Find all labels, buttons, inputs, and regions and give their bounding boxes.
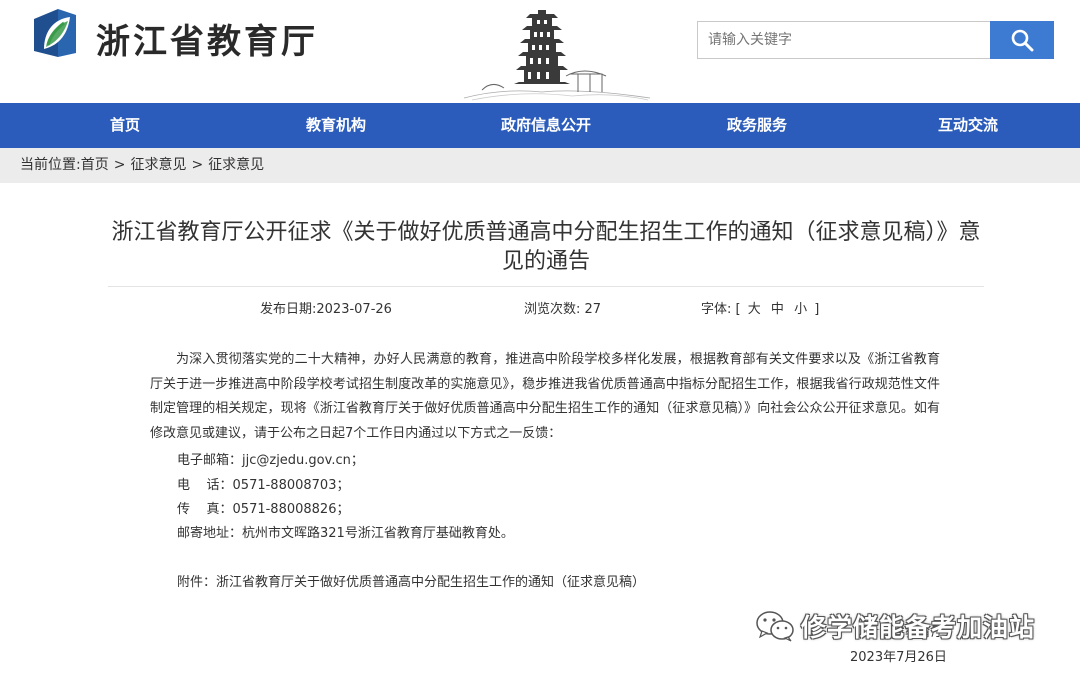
contact-address: 邮寄地址：杭州市文晖路321号浙江省教育厅基础教育处。 (177, 526, 514, 541)
publish-label: 发布日期: (260, 302, 317, 317)
nav-item-home[interactable]: 首页 (110, 103, 140, 148)
article-title: 浙江省教育厅公开征求《关于做好优质普通高中分配生招生工作的通知（征求意见稿）》意… (111, 220, 981, 274)
wechat-icon (756, 611, 794, 642)
breadcrumb-home[interactable]: 首页 (81, 157, 109, 173)
signed-date: 2023年7月26日 (850, 650, 947, 665)
font-large-button[interactable]: 大 (748, 302, 761, 317)
breadcrumb-prefix: 当前位置: (20, 157, 81, 173)
wechat-watermark: 修学储能备考加油站 (755, 606, 1035, 646)
font-bracket-close: ] (814, 302, 820, 317)
publish-date: 发布日期:2023-07-26 (260, 298, 392, 317)
article-body: 为深入贯彻落实党的二十大精神，办好人民满意的教育，推进高中阶段学校多样化发展，根… (150, 348, 940, 446)
nav-item-interaction[interactable]: 互动交流 (938, 103, 998, 148)
article-paragraph: 为深入贯彻落实党的二十大精神，办好人民满意的教育，推进高中阶段学校多样化发展，根… (150, 352, 940, 441)
site-header: 浙江省教育厅 (0, 0, 1080, 103)
font-small-button[interactable]: 小 (794, 302, 807, 317)
breadcrumb-opinion[interactable]: 征求意见 (130, 157, 186, 173)
font-size-control: 字体: [ 大 中 小 ] (701, 298, 819, 317)
breadcrumb: 当前位置:首页 > 征求意见 > 征求意见 (0, 148, 1080, 183)
publish-date-value: 2023-07-26 (316, 302, 392, 317)
views-label: 浏览次数: (524, 302, 581, 317)
font-bracket-open: [ (735, 302, 741, 317)
nav-item-institutions[interactable]: 教育机构 (306, 103, 366, 148)
contact-email: 电子邮箱：jjc@zjedu.gov.cn； (177, 453, 364, 468)
view-count: 浏览次数: 27 (524, 298, 601, 317)
contact-fax: 传 真：0571-88008826； (177, 502, 350, 517)
font-label: 字体: (701, 302, 732, 317)
breadcrumb-separator: > (191, 157, 204, 173)
title-divider (108, 286, 984, 287)
main-nav: 首页 教育机构 政府信息公开 政务服务 互动交流 (0, 103, 1080, 148)
search-button[interactable] (990, 21, 1054, 59)
search-icon (1011, 29, 1034, 52)
site-name[interactable]: 浙江省教育厅 (96, 14, 318, 63)
font-medium-button[interactable]: 中 (771, 302, 784, 317)
watermark-text: 修学储能备考加油站 (801, 613, 1036, 642)
breadcrumb-separator: > (113, 157, 126, 173)
search-input[interactable] (697, 21, 990, 59)
attachment-link[interactable]: 附件：浙江省教育厅关于做好优质普通高中分配生招生工作的通知（征求意见稿） (177, 571, 645, 590)
nav-item-gov-info[interactable]: 政府信息公开 (501, 103, 591, 148)
pagoda-illustration-icon (463, 10, 651, 101)
views-value: 27 (584, 302, 602, 317)
breadcrumb-opinion-sub[interactable]: 征求意见 (208, 157, 264, 173)
education-logo-icon[interactable] (30, 7, 80, 59)
nav-item-services[interactable]: 政务服务 (727, 103, 787, 148)
contact-phone: 电 话：0571-88008703； (177, 478, 350, 493)
